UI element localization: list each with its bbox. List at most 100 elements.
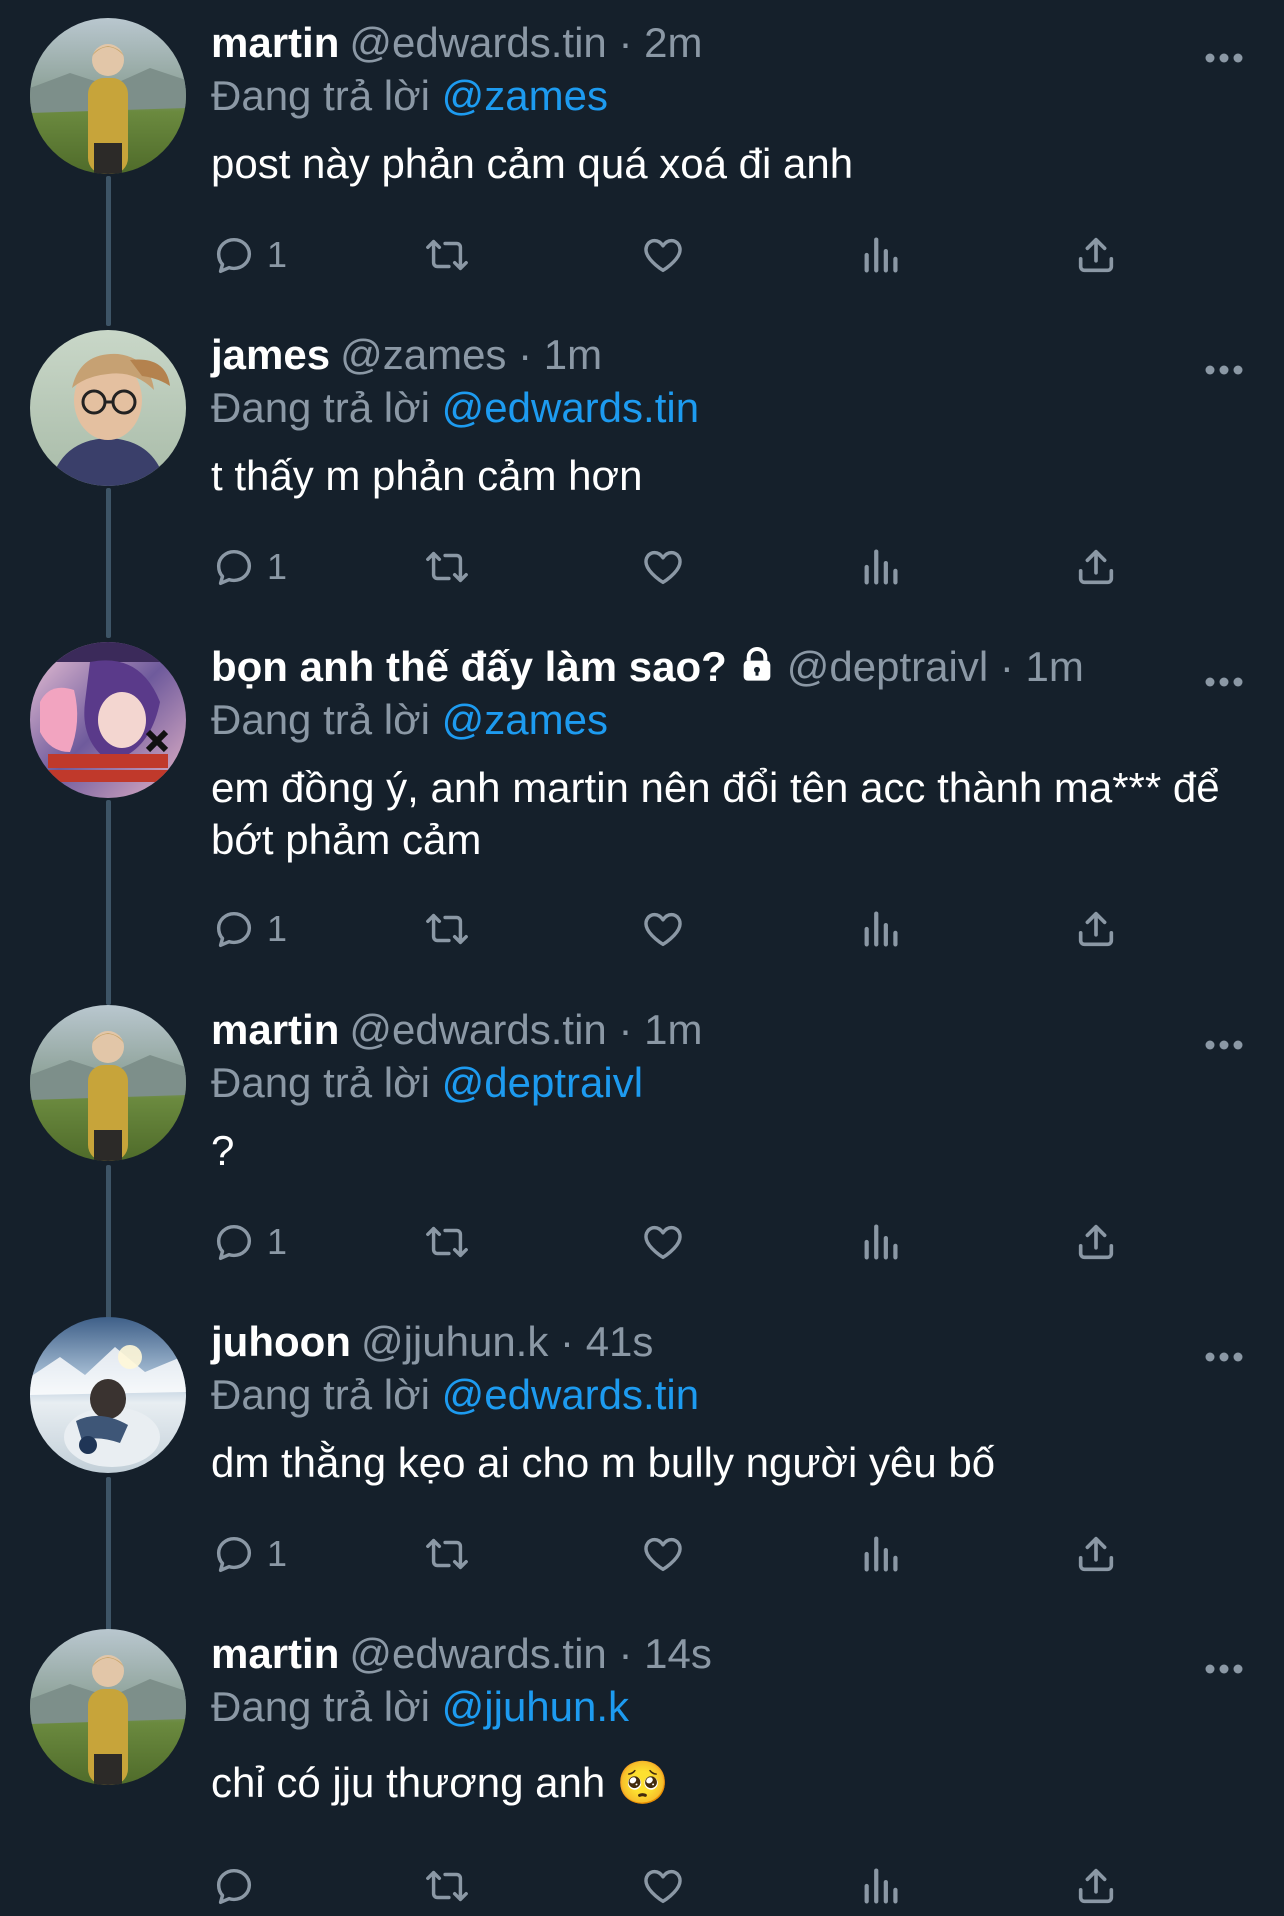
- retweet-icon: [421, 1863, 473, 1909]
- avatar[interactable]: [30, 1629, 186, 1785]
- tweet-actions: 1: [211, 537, 1231, 597]
- views-icon: [859, 1219, 905, 1265]
- reply-button[interactable]: 1: [211, 1212, 287, 1272]
- mention-link[interactable]: @zames: [442, 72, 608, 119]
- share-button[interactable]: [1073, 1524, 1119, 1584]
- share-button[interactable]: [1073, 1856, 1119, 1916]
- dot-separator: ·: [618, 19, 633, 66]
- author-name[interactable]: bọn anh thế đấy làm sao?: [211, 643, 727, 690]
- more-icon[interactable]: [1204, 1017, 1244, 1071]
- avatar[interactable]: [30, 330, 186, 486]
- avatar[interactable]: [30, 1317, 186, 1473]
- views-button[interactable]: [859, 1212, 905, 1272]
- share-icon: [1073, 544, 1119, 590]
- reply-button[interactable]: 1: [211, 537, 287, 597]
- retweet-button[interactable]: [421, 537, 473, 597]
- more-icon[interactable]: [1204, 1329, 1244, 1383]
- timestamp[interactable]: 2m: [644, 19, 702, 66]
- heart-icon: [639, 232, 687, 278]
- author-name[interactable]: juhoon: [211, 1318, 351, 1365]
- share-button[interactable]: [1073, 899, 1119, 959]
- replying-to-label: Đang trả lời: [211, 1683, 430, 1730]
- views-button[interactable]: [859, 537, 905, 597]
- heart-icon: [639, 544, 687, 590]
- like-button[interactable]: [639, 225, 687, 285]
- tweet-text: t thấy m phản cảm hơn: [211, 452, 643, 499]
- author-name[interactable]: martin: [211, 19, 339, 66]
- tweet-actions: 1: [211, 225, 1231, 285]
- retweet-button[interactable]: [421, 225, 473, 285]
- reply-icon: [211, 1219, 257, 1265]
- retweet-button[interactable]: [421, 1524, 473, 1584]
- author-name[interactable]: martin: [211, 1630, 339, 1677]
- reply-button[interactable]: [211, 1856, 267, 1916]
- tweet-actions: 1: [211, 1524, 1231, 1584]
- replying-to-label: Đang trả lời: [211, 696, 430, 743]
- share-icon: [1073, 1219, 1119, 1265]
- replying-to: Đang trả lời @zames: [211, 70, 1244, 122]
- share-icon: [1073, 1531, 1119, 1577]
- views-button[interactable]: [859, 899, 905, 959]
- share-icon: [1073, 906, 1119, 952]
- replying-to: Đang trả lời @zames: [211, 694, 1244, 746]
- avatar[interactable]: [30, 1005, 186, 1161]
- like-button[interactable]: [639, 899, 687, 959]
- mention-link[interactable]: @edwards.tin: [442, 384, 699, 431]
- tweet-text: ?: [211, 1127, 235, 1174]
- heart-icon: [639, 1219, 687, 1265]
- retweet-icon: [421, 544, 473, 590]
- dot-separator: ·: [518, 331, 533, 378]
- like-button[interactable]: [639, 537, 687, 597]
- more-icon[interactable]: [1204, 654, 1244, 708]
- tweet-actions: 1: [211, 1212, 1231, 1272]
- like-button[interactable]: [639, 1212, 687, 1272]
- heart-icon: [639, 1863, 687, 1909]
- reply-button[interactable]: 1: [211, 899, 287, 959]
- more-icon[interactable]: [1204, 342, 1244, 396]
- timestamp[interactable]: 1m: [544, 331, 602, 378]
- timestamp[interactable]: 1m: [1026, 643, 1084, 690]
- more-icon[interactable]: [1204, 30, 1244, 84]
- views-button[interactable]: [859, 225, 905, 285]
- views-icon: [859, 1531, 905, 1577]
- replying-to: Đang trả lời @edwards.tin: [211, 382, 1244, 434]
- thread-line: [106, 800, 111, 1005]
- timestamp[interactable]: 1m: [644, 1006, 702, 1053]
- dot-separator: ·: [618, 1006, 633, 1053]
- timestamp[interactable]: 14s: [644, 1630, 712, 1677]
- avatar[interactable]: [30, 642, 186, 798]
- author-handle[interactable]: @deptraivl: [787, 643, 988, 690]
- author-handle[interactable]: @edwards.tin: [349, 1006, 606, 1053]
- share-button[interactable]: [1073, 537, 1119, 597]
- reply-icon: [211, 906, 257, 952]
- share-button[interactable]: [1073, 225, 1119, 285]
- author-handle[interactable]: @jjuhun.k: [361, 1318, 548, 1365]
- mention-link[interactable]: @zames: [442, 696, 608, 743]
- mention-link[interactable]: @edwards.tin: [442, 1371, 699, 1418]
- avatar[interactable]: [30, 18, 186, 174]
- like-button[interactable]: [639, 1524, 687, 1584]
- reply-button[interactable]: 1: [211, 1524, 287, 1584]
- author-name[interactable]: james: [211, 331, 330, 378]
- retweet-button[interactable]: [421, 899, 473, 959]
- share-icon: [1073, 232, 1119, 278]
- tweet-text: post này phản cảm quá xoá đi anh: [211, 140, 854, 187]
- mention-link[interactable]: @deptraivl: [442, 1059, 643, 1106]
- views-button[interactable]: [859, 1524, 905, 1584]
- retweet-button[interactable]: [421, 1856, 473, 1916]
- more-icon[interactable]: [1204, 1641, 1244, 1695]
- share-button[interactable]: [1073, 1212, 1119, 1272]
- author-handle[interactable]: @edwards.tin: [349, 19, 606, 66]
- replying-to-label: Đang trả lời: [211, 72, 430, 119]
- views-icon: [859, 1863, 905, 1909]
- views-button[interactable]: [859, 1856, 905, 1916]
- timestamp[interactable]: 41s: [586, 1318, 654, 1365]
- author-handle[interactable]: @zames: [340, 331, 506, 378]
- author-handle[interactable]: @edwards.tin: [349, 1630, 606, 1677]
- retweet-button[interactable]: [421, 1212, 473, 1272]
- author-name[interactable]: martin: [211, 1006, 339, 1053]
- like-button[interactable]: [639, 1856, 687, 1916]
- replying-to-label: Đang trả lời: [211, 384, 430, 431]
- reply-button[interactable]: 1: [211, 225, 287, 285]
- mention-link[interactable]: @jjuhun.k: [442, 1683, 629, 1730]
